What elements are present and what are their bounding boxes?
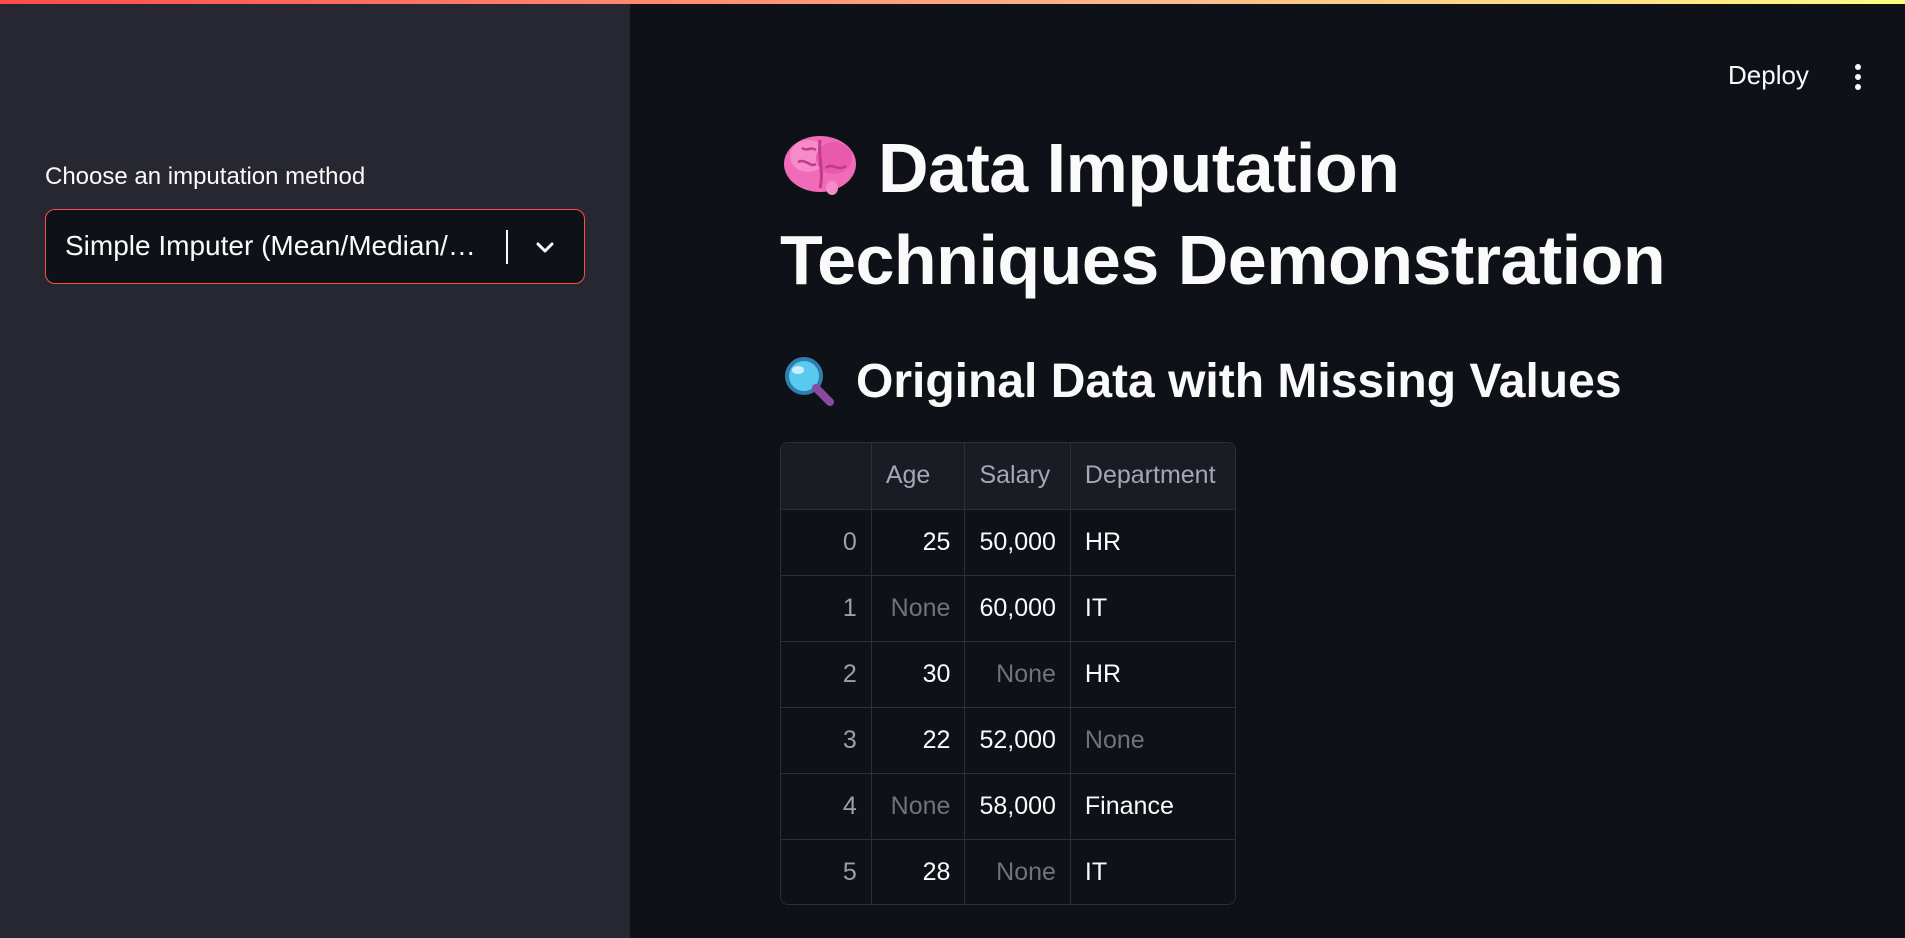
table-row: 2 30 None HR [781, 641, 1235, 708]
cell-age[interactable]: 25 [871, 509, 966, 576]
table-header-row: Age Salary Department [781, 443, 1235, 510]
brain-icon [784, 136, 856, 195]
kebab-menu-icon[interactable] [1844, 60, 1872, 94]
row-index: 4 [781, 773, 872, 840]
imputation-method-select[interactable]: Simple Imputer (Mean/Median/… [45, 209, 585, 284]
magnifier-icon [785, 357, 834, 406]
sidebar: Choose an imputation method Simple Imput… [0, 0, 630, 938]
select-value: Simple Imputer (Mean/Median/… [65, 230, 476, 261]
cell-salary[interactable]: 60,000 [964, 575, 1071, 642]
column-header-index[interactable] [781, 443, 872, 510]
cell-age[interactable]: 30 [871, 641, 966, 708]
cell-department[interactable]: None [1070, 707, 1235, 774]
table-row: 5 28 None IT [781, 839, 1235, 904]
column-header-age[interactable]: Age [871, 443, 966, 510]
section-title-text: Original Data with Missing Values [856, 355, 1622, 408]
cell-salary[interactable]: None [964, 839, 1071, 904]
cell-salary[interactable]: None [964, 641, 1071, 708]
table-row: 1 None 60,000 IT [781, 575, 1235, 642]
select-divider [506, 230, 508, 264]
cell-department[interactable]: HR [1070, 509, 1235, 576]
row-index: 0 [781, 509, 872, 576]
page-title-text: Data Imputation Techniques Demonstration [780, 129, 1666, 299]
main-content: Deploy Data Imputation Techniques Demons… [630, 0, 1905, 938]
cell-department[interactable]: HR [1070, 641, 1235, 708]
imputation-method-label: Choose an imputation method [45, 163, 366, 190]
table-row: 0 25 50,000 HR [781, 509, 1235, 576]
top-decoration-bar [0, 0, 1905, 4]
cell-age[interactable]: 22 [871, 707, 966, 774]
cell-department[interactable]: IT [1070, 839, 1235, 904]
cell-salary[interactable]: 58,000 [964, 773, 1071, 840]
cell-salary[interactable]: 50,000 [964, 509, 1071, 576]
row-index: 1 [781, 575, 872, 642]
cell-department[interactable]: IT [1070, 575, 1235, 642]
cell-age[interactable]: None [871, 575, 966, 642]
cell-age[interactable]: None [871, 773, 966, 840]
table-row: 3 22 52,000 None [781, 707, 1235, 774]
row-index: 2 [781, 641, 872, 708]
data-table[interactable]: Age Salary Department 0 25 50,000 HR 1 N… [780, 442, 1236, 905]
deploy-button[interactable]: Deploy [1720, 56, 1817, 95]
chevron-down-icon[interactable] [534, 236, 556, 258]
column-header-department[interactable]: Department [1070, 443, 1235, 510]
page-title: Data Imputation Techniques Demonstration [780, 122, 1780, 306]
section-title: Original Data with Missing Values [780, 350, 1780, 414]
table-row: 4 None 58,000 Finance [781, 773, 1235, 840]
cell-age[interactable]: 28 [871, 839, 966, 904]
column-header-salary[interactable]: Salary [964, 443, 1071, 510]
row-index: 5 [781, 839, 872, 904]
cell-department[interactable]: Finance [1070, 773, 1235, 840]
row-index: 3 [781, 707, 872, 774]
cell-salary[interactable]: 52,000 [964, 707, 1071, 774]
